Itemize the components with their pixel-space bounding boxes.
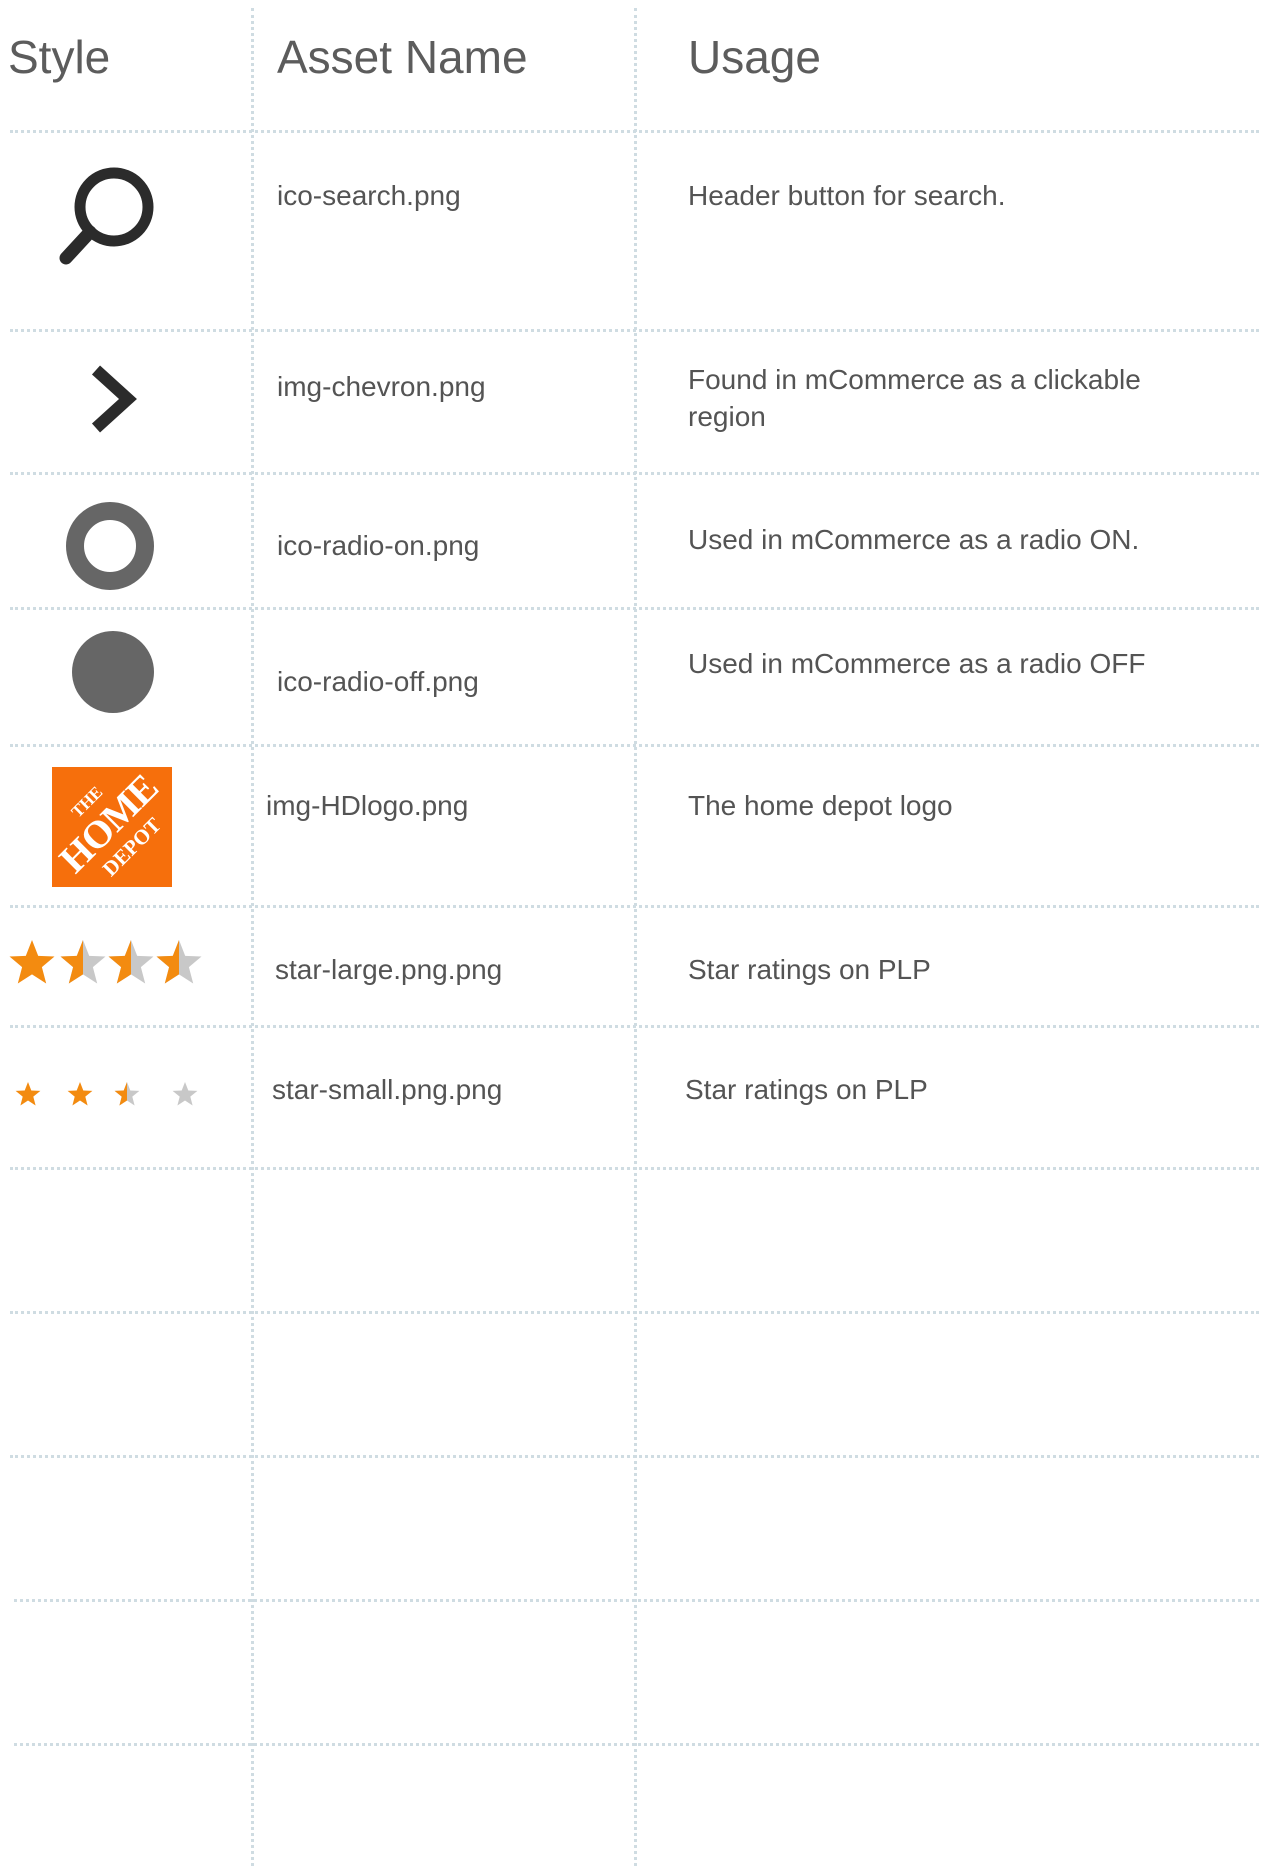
asset-name: ico-search.png <box>277 180 461 211</box>
row-divider <box>10 1311 1259 1314</box>
asset-name: ico-radio-off.png <box>277 666 479 697</box>
row-divider <box>10 1025 1259 1028</box>
home-depot-logo: THE HOME DEPOT <box>52 767 172 887</box>
row-divider <box>10 1167 1259 1170</box>
row-divider <box>10 905 1259 908</box>
row-divider <box>14 1599 1259 1602</box>
chevron-right-icon <box>91 365 137 433</box>
row-divider <box>10 607 1259 610</box>
row-divider <box>10 744 1259 747</box>
usage-text: Star ratings on PLP <box>685 1074 928 1105</box>
header-style: Style <box>8 31 111 83</box>
row-divider <box>10 472 1259 475</box>
usage-text: Header button for search. <box>688 180 1006 211</box>
asset-name: star-small.png.png <box>272 1074 503 1105</box>
column-divider-1 <box>251 8 254 1866</box>
row-divider <box>10 1455 1259 1458</box>
row-divider <box>10 329 1259 332</box>
star-full <box>67 1082 93 1106</box>
asset-name: ico-radio-on.png <box>277 530 480 561</box>
radio-off-icon <box>72 631 154 713</box>
star-small-icons <box>15 1082 198 1106</box>
star-full <box>9 940 55 984</box>
usage-text: Used in mCommerce as a radio OFF <box>688 648 1146 679</box>
star-full <box>15 1082 41 1106</box>
asset-name: star-large.png.png <box>275 954 503 985</box>
usage-text: Used in mCommerce as a radio ON. <box>688 524 1140 555</box>
asset-name: img-HDlogo.png <box>266 790 469 821</box>
asset-name: img-chevron.png <box>277 371 486 402</box>
radio-on-icon <box>66 502 154 590</box>
header-asset-name: Asset Name <box>277 31 528 83</box>
usage-text: Found in mCommerce as a clickable region <box>688 364 1141 432</box>
row-divider <box>14 1743 1259 1746</box>
star-empty <box>172 1082 198 1106</box>
column-divider-2 <box>634 8 637 1866</box>
search-icon <box>59 167 154 265</box>
usage-text: The home depot logo <box>688 790 953 821</box>
star-large-icons <box>9 940 202 984</box>
usage-text: Star ratings on PLP <box>688 954 931 985</box>
row-divider <box>10 130 1259 133</box>
header-usage: Usage <box>688 31 821 83</box>
